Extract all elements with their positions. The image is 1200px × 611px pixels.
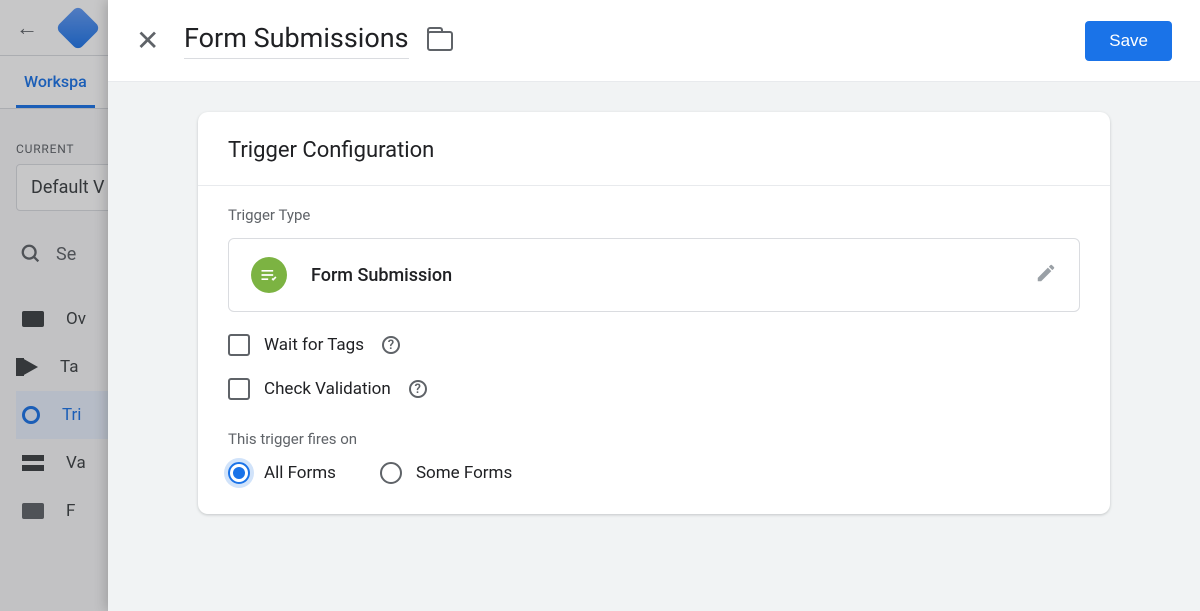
help-icon[interactable]: ? [409,380,427,398]
fires-on-radio-group: All Forms Some Forms [228,462,1080,484]
trigger-name-input[interactable]: Form Submissions [184,22,409,59]
trigger-type-value: Form Submission [311,265,452,286]
check-validation-checkbox[interactable] [228,378,250,400]
radio-label: Some Forms [416,463,512,483]
wait-for-tags-row: Wait for Tags ? [228,334,1080,356]
check-validation-label: Check Validation [264,379,391,399]
radio-all-forms[interactable]: All Forms [228,462,336,484]
wait-for-tags-label: Wait for Tags [264,335,364,355]
save-button[interactable]: Save [1085,21,1172,61]
trigger-editor-modal: ✕ Form Submissions Save Trigger Configur… [108,0,1200,611]
edit-icon[interactable] [1035,262,1057,288]
radio-some-forms[interactable]: Some Forms [380,462,512,484]
card-title: Trigger Configuration [198,112,1110,186]
help-icon[interactable]: ? [382,336,400,354]
radio-label: All Forms [264,463,336,483]
folder-icon[interactable] [427,31,453,51]
trigger-type-row[interactable]: Form Submission [228,238,1080,312]
trigger-config-card: Trigger Configuration Trigger Type Form … [198,112,1110,514]
form-submission-icon [251,257,287,293]
radio-icon [380,462,402,484]
check-validation-row: Check Validation ? [228,378,1080,400]
fires-on-label: This trigger fires on [228,430,1080,448]
close-icon[interactable]: ✕ [136,24,176,57]
modal-body: Trigger Configuration Trigger Type Form … [108,82,1200,611]
trigger-type-label: Trigger Type [228,206,1080,224]
radio-icon-selected [228,462,250,484]
modal-header: ✕ Form Submissions Save [108,0,1200,82]
wait-for-tags-checkbox[interactable] [228,334,250,356]
